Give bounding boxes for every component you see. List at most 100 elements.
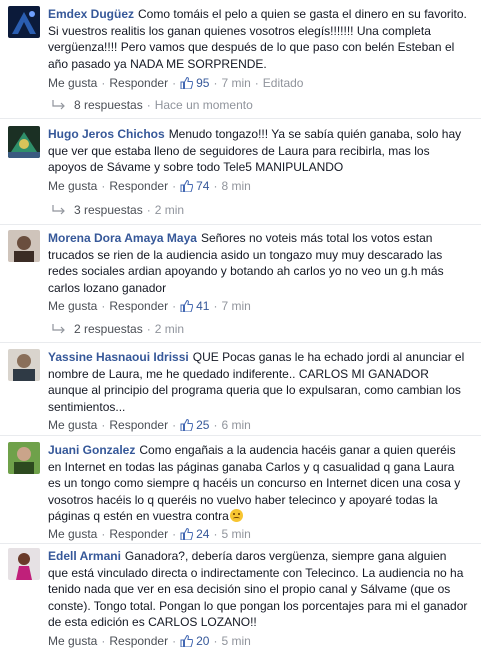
like-link[interactable]: Me gusta (48, 418, 97, 432)
reply-arrow-icon (52, 324, 65, 334)
like-link[interactable]: Me gusta (48, 179, 97, 193)
thumbs-up-icon (180, 300, 194, 312)
separator: · (101, 76, 106, 90)
replies-time: Hace un momento (154, 98, 253, 112)
separator: · (213, 76, 218, 90)
separator: · (101, 634, 106, 648)
comment-author[interactable]: Yassine Hasnaoui Idrissi (48, 350, 189, 364)
avatar[interactable] (8, 126, 40, 158)
separator: · (254, 76, 259, 90)
reply-arrow-icon (52, 100, 65, 110)
thumbs-up-icon (180, 180, 194, 192)
timestamp[interactable]: 5 min (221, 634, 250, 648)
like-count-value: 41 (196, 299, 210, 313)
edited-label[interactable]: Editado (263, 76, 304, 90)
comment-body: Edell Armani Ganadora?, debería daros ver… (48, 548, 468, 631)
comment-actions: Me gusta · Responder · 41 · 7 min (48, 298, 251, 314)
comment-author[interactable]: Juani Gonzalez (48, 443, 135, 457)
divider (0, 224, 481, 225)
separator: · (101, 299, 106, 313)
comment-actions: Me gusta · Responder · 95 · 7 min · Editado (48, 75, 303, 91)
reply-link[interactable]: Responder (109, 527, 168, 541)
like-count[interactable]: 25 (180, 418, 209, 432)
avatar[interactable] (8, 442, 40, 474)
avatar[interactable] (8, 349, 40, 381)
separator: · (172, 179, 177, 193)
comment-actions: Me gusta · Responder · 25 · 6 min (48, 417, 251, 433)
thumbs-up-icon (180, 77, 194, 89)
reply-link[interactable]: Responder (109, 76, 168, 90)
timestamp[interactable]: 7 min (221, 299, 250, 313)
like-count-value: 74 (196, 179, 210, 193)
comment-body: Emdex Dugüez Como tomáis el pelo a quien … (48, 6, 468, 72)
like-count[interactable]: 41 (180, 299, 209, 313)
comment-actions: Me gusta · Responder · 24 · 5 min (48, 526, 251, 542)
like-count[interactable]: 95 (180, 76, 209, 90)
separator: · (213, 527, 218, 541)
like-count-value: 25 (196, 418, 210, 432)
divider (0, 118, 481, 119)
reply-link[interactable]: Responder (109, 299, 168, 313)
timestamp[interactable]: 5 min (221, 527, 250, 541)
thumbs-up-icon (180, 528, 194, 540)
separator: · (213, 299, 218, 313)
comment-actions: Me gusta · Responder · 74 · 8 min (48, 178, 251, 194)
comment-author[interactable]: Edell Armani (48, 549, 121, 563)
separator: · (146, 203, 151, 217)
comment-body: Morena Dora Amaya Maya Señores no voteis … (48, 230, 468, 296)
separator: · (172, 527, 177, 541)
like-count-value: 20 (196, 634, 210, 648)
avatar[interactable] (8, 548, 40, 580)
separator: · (101, 418, 106, 432)
separator: · (172, 299, 177, 313)
timestamp[interactable]: 7 min (221, 76, 250, 90)
replies-time: 2 min (154, 322, 185, 336)
replies-link[interactable]: 8 respuestas (74, 98, 143, 112)
divider (0, 543, 481, 544)
thumbs-up-icon (180, 635, 194, 647)
reply-link[interactable]: Responder (109, 634, 168, 648)
avatar[interactable] (8, 6, 40, 38)
like-count[interactable]: 24 (180, 527, 209, 541)
separator: · (101, 527, 106, 541)
timestamp[interactable]: 6 min (221, 418, 250, 432)
comment-author[interactable]: Morena Dora Amaya Maya (48, 231, 197, 245)
avatar[interactable] (8, 230, 40, 262)
divider (0, 342, 481, 343)
separator: · (146, 98, 151, 112)
replies-row[interactable]: 3 respuestas · 2 min (48, 202, 184, 218)
separator: · (213, 634, 218, 648)
reply-link[interactable]: Responder (109, 418, 168, 432)
replies-time: 2 min (154, 203, 185, 217)
timestamp[interactable]: 8 min (221, 179, 250, 193)
comment-body: Juani Gonzalez Como engañais a la audenci… (48, 442, 468, 525)
comment-author[interactable]: Emdex Dugüez (48, 7, 134, 21)
replies-row[interactable]: 8 respuestas · Hace un momento (48, 97, 253, 113)
divider (0, 435, 481, 436)
replies-link[interactable]: 3 respuestas (74, 203, 143, 217)
like-link[interactable]: Me gusta (48, 76, 97, 90)
separator: · (213, 179, 218, 193)
like-count[interactable]: 20 (180, 634, 209, 648)
comment-author[interactable]: Hugo Jeros Chichos (48, 127, 165, 141)
thumbs-up-icon (180, 419, 194, 431)
separator: · (101, 179, 106, 193)
comment-body: Yassine Hasnaoui Idrissi QUE Pocas ganas … (48, 349, 468, 415)
comment-body: Hugo Jeros Chichos Menudo tongazo!!! Ya s… (48, 126, 468, 176)
reply-link[interactable]: Responder (109, 179, 168, 193)
like-link[interactable]: Me gusta (48, 527, 97, 541)
separator: · (172, 76, 177, 90)
like-count-value: 24 (196, 527, 210, 541)
like-link[interactable]: Me gusta (48, 299, 97, 313)
like-count[interactable]: 74 (180, 179, 209, 193)
like-count-value: 95 (196, 76, 210, 90)
separator: · (213, 418, 218, 432)
separator: · (172, 418, 177, 432)
angry-face-icon (229, 509, 243, 522)
replies-row[interactable]: 2 respuestas · 2 min (48, 321, 184, 337)
reply-arrow-icon (52, 205, 65, 215)
separator: · (172, 634, 177, 648)
separator: · (146, 322, 151, 336)
like-link[interactable]: Me gusta (48, 634, 97, 648)
replies-link[interactable]: 2 respuestas (74, 322, 143, 336)
